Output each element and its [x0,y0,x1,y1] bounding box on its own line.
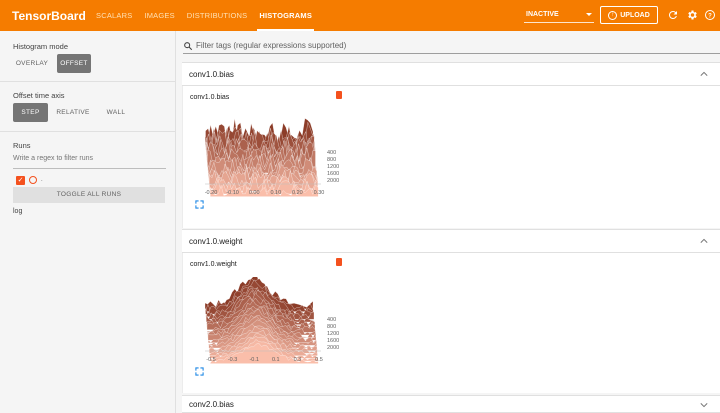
card-header-conv2-bias[interactable]: conv2.0.bias [182,395,720,413]
chevron-down-icon[interactable] [700,402,708,408]
delete-icon[interactable] [336,258,342,266]
plot-title: conv1.0.bias [190,94,229,101]
toggle-all-runs-button[interactable]: TOGGLE ALL RUNS [13,187,165,203]
tab-distributions[interactable]: DISTRIBUTIONS [181,0,254,31]
app-title: TensorBoard [12,9,90,23]
histogram-plot: -0.5 -0.3 -0.1 0.1 0.3 0.5 400800120016002000 [193,277,363,365]
overlay-button[interactable]: OVERLAY [12,54,52,73]
status-dropdown[interactable]: INACTIVE [524,7,594,23]
histogram-plot: -0.20 -0.10 0.00 0.10 0.20 0.30 40080012001600… [193,110,363,198]
settings-icon[interactable] [686,9,698,21]
x-tick-label: 0.20 [292,190,303,196]
top-app-bar: TensorBoard SCALARS IMAGES DISTRIBUTIONS… [0,0,720,31]
card-body-conv1-weight: conv1.0.weight -0.5 -0.3 -0.1 0.1 0.3 0.5 4008… [182,253,720,393]
card-body-conv1-bias: conv1.0.bias -0.20 -0.10 0.00 0.10 0.20 0.30 4… [182,86,720,228]
x-tick-label: 0.10 [270,190,281,196]
run-filter-input[interactable]: Write a regex to filter runs [13,155,166,169]
y-tick-label: 400 [327,150,336,156]
run-item: ✓ . [16,175,43,185]
y-tick-label: 400 [327,317,336,323]
tab-histograms[interactable]: HISTOGRAMS [253,0,318,31]
y-tick-label: 1600 [327,171,339,177]
y-tick-label: 1200 [327,164,339,170]
card-header-conv1-bias[interactable]: conv1.0.bias [182,62,720,86]
relative-button[interactable]: RELATIVE [53,103,93,122]
offset-axis-title: Offset time axis [13,91,65,100]
tab-images[interactable]: IMAGES [138,0,180,31]
y-tick-label: 1600 [327,338,339,344]
tab-scalars[interactable]: SCALARS [90,0,138,31]
x-tick-label: -0.20 [205,190,218,196]
y-tick-label: 1200 [327,331,339,337]
upload-button[interactable]: ↑ UPLOAD [600,6,658,24]
refresh-icon[interactable] [667,9,679,21]
sidebar: Histogram mode OVERLAY OFFSET Offset tim… [0,31,176,413]
run-label: . [41,177,43,183]
help-icon[interactable]: ? [704,9,716,21]
x-tick-label: -0.10 [226,190,239,196]
status-value: INACTIVE [526,11,559,18]
card-tag: conv1.0.bias [189,70,234,79]
chevron-up-icon[interactable] [700,71,708,77]
y-tick-label: 800 [327,157,336,163]
card-header-conv1-weight[interactable]: conv1.0.weight [182,229,720,253]
fullscreen-icon[interactable] [195,367,204,376]
x-tick-label: 0.1 [272,357,280,363]
plot-title: conv1.0.weight [190,261,237,268]
run-checkbox[interactable]: ✓ [16,176,25,185]
x-tick-label: 0.00 [249,190,260,196]
divider [0,131,176,132]
divider [0,81,176,82]
offset-button[interactable]: OFFSET [57,54,91,73]
delete-icon[interactable] [336,91,342,99]
card-tag: conv2.0.bias [189,400,234,409]
run-log-text: log [13,208,22,215]
search-icon [183,41,193,51]
upload-icon: ↑ [608,11,617,20]
chevron-up-icon[interactable] [700,238,708,244]
search-placeholder: Filter tags (regular expressions support… [196,41,346,50]
y-tick-label: 2000 [327,178,339,184]
runs-title: Runs [13,141,31,150]
card-tag: conv1.0.weight [189,237,242,246]
x-tick-label: -0.1 [249,357,258,363]
x-tick-label: 0.3 [294,357,302,363]
svg-text:?: ? [708,13,712,19]
nav-tabs: SCALARS IMAGES DISTRIBUTIONS HISTOGRAMS [90,0,318,31]
run-color-radio[interactable] [29,176,37,184]
x-tick-label: -0.5 [206,357,215,363]
y-tick-label: 2000 [327,345,339,351]
x-tick-label: -0.3 [228,357,237,363]
upload-label: UPLOAD [620,12,650,19]
fullscreen-icon[interactable] [195,200,204,209]
histogram-mode-title: Histogram mode [13,42,68,51]
x-tick-label: 0.30 [314,190,325,196]
tag-filter-search[interactable]: Filter tags (regular expressions support… [183,38,720,54]
step-button[interactable]: STEP [13,103,48,122]
dropdown-caret-icon [586,13,592,16]
y-tick-label: 800 [327,324,336,330]
wall-button[interactable]: WALL [99,103,133,122]
x-tick-label: 0.5 [315,357,323,363]
